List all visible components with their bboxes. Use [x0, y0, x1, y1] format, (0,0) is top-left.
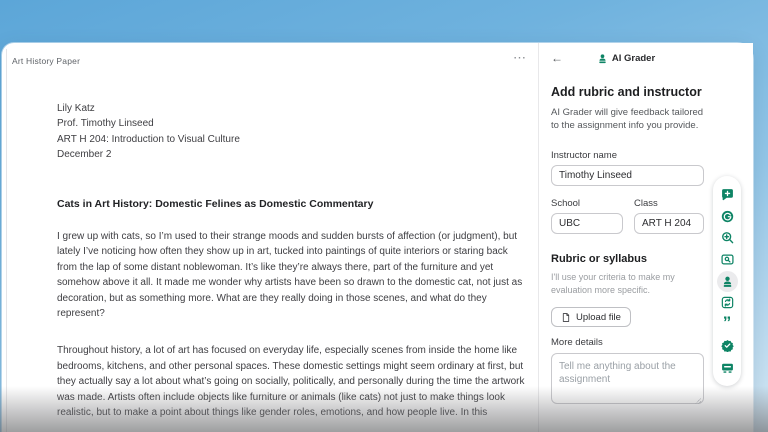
essay-title: Cats in Art History: Domestic Felines as… — [57, 197, 525, 212]
keyboard-icon[interactable] — [717, 357, 738, 378]
rubric-hint: I'll use your criteria to make my evalua… — [551, 271, 709, 296]
panel-heading: Add rubric and instructor — [551, 85, 717, 99]
school-label: School — [551, 198, 623, 209]
document-content[interactable]: Lily Katz Prof. Timothy Linseed ART H 20… — [57, 101, 525, 432]
editor-window: Art History Paper ⋯ Lily Katz Prof. Timo… — [2, 43, 753, 432]
panel-body: Add rubric and instructor AI Grader will… — [539, 73, 717, 409]
file-icon — [561, 312, 571, 323]
school-input[interactable] — [551, 213, 623, 234]
class-label: Class — [634, 198, 704, 209]
more-details-wrap — [551, 353, 704, 409]
citations-glyph: ” — [723, 318, 732, 331]
rubric-heading: Rubric or syllabus — [551, 253, 717, 265]
proofread-check-icon[interactable] — [717, 335, 738, 356]
doc-header-line: Lily Katz — [57, 101, 525, 116]
citations-icon[interactable]: ” — [717, 314, 738, 335]
panel-subtitle: AI Grader will give feedback tailored to… — [551, 106, 711, 132]
panel-header: ← AI Grader — [539, 43, 753, 73]
desktop-background: Art History Paper ⋯ Lily Katz Prof. Timo… — [0, 0, 768, 432]
grammarly-logo-icon[interactable] — [717, 206, 738, 227]
essay-paragraph: I grew up with cats, so I’m used to thei… — [57, 229, 525, 321]
plagiarism-check-icon[interactable] — [717, 249, 738, 270]
panel-title-group: AI Grader — [539, 43, 713, 73]
instructor-name-input[interactable] — [551, 165, 704, 186]
grammarly-toolbar: ” — [713, 176, 741, 386]
document-editor[interactable]: Art History Paper ⋯ Lily Katz Prof. Timo… — [2, 43, 538, 432]
school-field-group: School — [551, 198, 623, 234]
upload-file-button[interactable]: Upload file — [551, 307, 631, 327]
doc-header-line: Prof. Timothy Linseed — [57, 116, 525, 131]
search-plus-icon[interactable] — [717, 227, 738, 248]
comment-add-icon[interactable] — [717, 184, 738, 205]
document-title: Art History Paper — [12, 56, 80, 66]
document-header-block: Lily Katz Prof. Timothy Linseed ART H 20… — [57, 101, 525, 163]
doc-header-line: December 2 — [57, 147, 525, 162]
paraphrase-icon[interactable] — [717, 292, 738, 313]
essay-paragraph: Throughout history, a lot of art has foc… — [57, 343, 525, 420]
ai-grader-icon[interactable] — [717, 271, 738, 292]
more-options-icon[interactable]: ⋯ — [513, 51, 527, 64]
class-input[interactable] — [634, 213, 704, 234]
panel-title: AI Grader — [612, 53, 655, 64]
class-field-group: Class — [634, 198, 704, 234]
school-class-row: School Class — [551, 198, 717, 234]
more-details-textarea[interactable] — [551, 353, 704, 404]
instructor-name-label: Instructor name — [551, 150, 717, 161]
doc-header-line: ART H 204: Introduction to Visual Cultur… — [57, 132, 525, 147]
upload-file-label: Upload file — [576, 312, 621, 323]
more-details-label: More details — [551, 337, 717, 348]
ai-grader-person-icon — [597, 53, 608, 64]
